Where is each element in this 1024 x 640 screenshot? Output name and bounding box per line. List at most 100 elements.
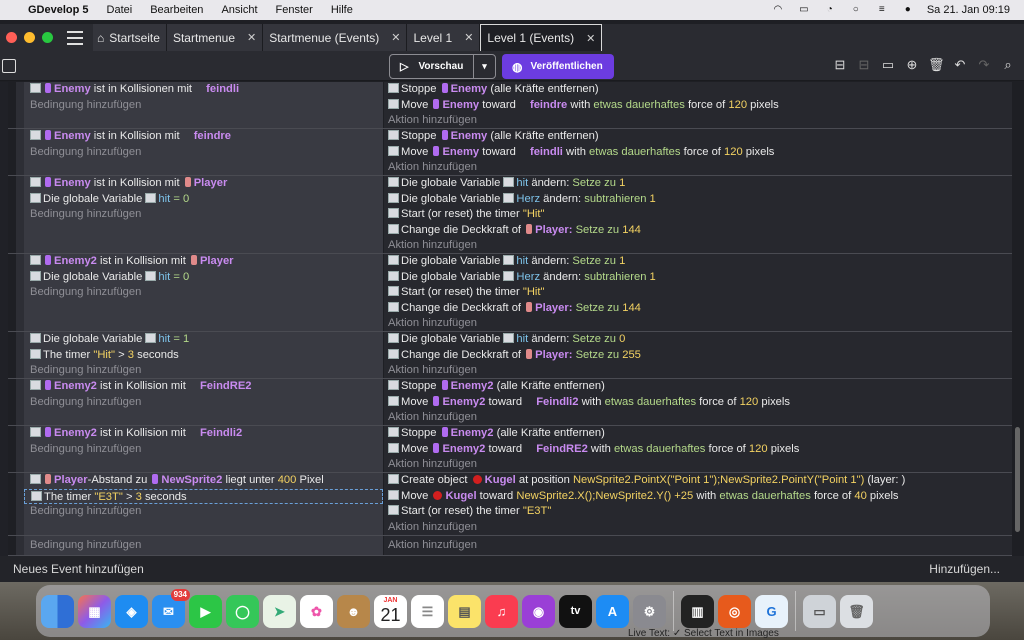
close-tab-icon[interactable]: ✕	[586, 32, 595, 45]
menu-ansicht[interactable]: Ansicht	[221, 4, 257, 16]
add-action-link[interactable]: Aktion hinzufügen	[384, 520, 1012, 536]
condition-line-selected[interactable]: The timer "E3T" > 3 seconds	[24, 488, 383, 505]
add-action-link[interactable]: Aktion hinzufügen	[384, 363, 1012, 379]
add-action-link[interactable]: Aktion hinzufügen	[384, 238, 1012, 254]
event-block[interactable]: Player-Abstand zu NewSprite2 liegt unter…	[8, 473, 1012, 536]
app-store-icon[interactable]: A	[596, 594, 629, 628]
tab-level-1-events[interactable]: Level 1 (Events) ✕	[480, 24, 603, 51]
downloads-icon[interactable]: ▭	[803, 594, 836, 628]
calendar-icon[interactable]: JAN 21	[374, 594, 407, 628]
close-window-button[interactable]	[6, 32, 17, 43]
add-subevent-icon[interactable]: ⊟	[856, 57, 872, 73]
condition-line[interactable]: Enemy ist in Kollision mit Player	[24, 176, 383, 192]
add-condition-link[interactable]: Bedingung hinzufügen	[24, 395, 383, 411]
action-line[interactable]: Change die Deckkraft of Player: Setze zu…	[384, 348, 1012, 364]
action-line[interactable]: Move Kugel toward NewSprite2.X();NewSpri…	[384, 489, 1012, 505]
hamburger-menu-icon[interactable]	[67, 30, 83, 45]
add-more-icon[interactable]: ⊕	[904, 57, 920, 73]
add-more-button[interactable]: Hinzufügen...	[929, 562, 1000, 576]
add-event-icon[interactable]: ⊟	[832, 57, 848, 73]
event-block[interactable]: Enemy ist in Kollision mit Player Die gl…	[8, 176, 1012, 254]
action-line[interactable]: Stoppe Enemy2 (alle Kräfte entfernen)	[384, 379, 1012, 395]
add-condition-link[interactable]: Bedingung hinzufügen	[24, 98, 383, 114]
add-condition-link[interactable]: Bedingung hinzufügen	[24, 207, 383, 223]
action-line[interactable]: Start (or reset) the timer "Hit"	[384, 285, 1012, 301]
menu-hilfe[interactable]: Hilfe	[331, 4, 353, 16]
menu-app-name[interactable]: GDevelop 5	[28, 4, 89, 16]
condition-line[interactable]: Enemy2 ist in Kollision mit FeindRE2	[24, 379, 383, 395]
system-settings-icon[interactable]: ⚙	[633, 594, 666, 628]
undo-icon[interactable]: ↶	[952, 57, 968, 73]
contacts-icon[interactable]: ☻	[337, 594, 370, 628]
redo-icon[interactable]: ↷	[976, 57, 992, 73]
tab-startmenue-events[interactable]: Startmenue (Events) ✕	[263, 24, 408, 51]
condition-line[interactable]: Enemy ist in Kollisionen mit feindli	[24, 82, 383, 98]
add-condition-link[interactable]: Bedingung hinzufügen	[24, 536, 383, 552]
close-tab-icon[interactable]: ✕	[464, 31, 473, 44]
action-line[interactable]: Die globale Variable hit ändern: Setze z…	[384, 176, 1012, 192]
safari-icon[interactable]: ◈	[115, 594, 148, 628]
action-line[interactable]: Die globale Variable hit ändern: Setze z…	[384, 332, 1012, 348]
finder-icon[interactable]	[41, 594, 74, 628]
chevron-down-icon[interactable]: ▾	[473, 55, 495, 78]
notes-icon[interactable]: ▤	[448, 594, 481, 628]
add-condition-link[interactable]: Bedingung hinzufügen	[24, 442, 383, 458]
event-block[interactable]: Die globale Variable hit = 1 The timer "…	[8, 332, 1012, 379]
event-block[interactable]: Enemy2 ist in Kollision mit FeindRE2 Bed…	[8, 379, 1012, 426]
condition-line[interactable]: Player-Abstand zu NewSprite2 liegt unter…	[24, 473, 383, 489]
add-condition-link[interactable]: Bedingung hinzufügen	[24, 285, 383, 301]
zoom-window-button[interactable]	[42, 32, 53, 43]
gdevelop-alt-icon[interactable]: ◎	[718, 594, 751, 628]
tab-startmenue[interactable]: Startmenue ✕	[166, 24, 264, 51]
event-block[interactable]: Enemy2 ist in Kollision mit Feindli2 Bed…	[8, 426, 1012, 473]
action-line[interactable]: Die globale Variable hit ändern: Setze z…	[384, 254, 1012, 270]
condition-line[interactable]: Die globale Variable hit = 0	[24, 192, 383, 208]
event-block[interactable]: Enemy ist in Kollision mit feindre Bedin…	[8, 129, 1012, 176]
condition-line[interactable]: Die globale Variable hit = 0	[24, 270, 383, 286]
action-line[interactable]: Move Enemy toward feindli with etwas dau…	[384, 145, 1012, 161]
siri-icon[interactable]: ●	[901, 4, 915, 16]
event-block[interactable]: Bedingung hinzufügen Aktion hinzufügen	[8, 536, 1012, 556]
headphones-icon[interactable]: ◠	[771, 4, 785, 16]
launchpad-icon[interactable]: ▦	[78, 594, 111, 628]
condition-line[interactable]: Enemy2 ist in Kollision mit Player	[24, 254, 383, 270]
podcasts-icon[interactable]: ◉	[522, 594, 555, 628]
add-action-link[interactable]: Aktion hinzufügen	[384, 457, 1012, 473]
messages-icon[interactable]: ◯	[226, 594, 259, 628]
wifi-icon[interactable]: ◔	[823, 4, 837, 16]
mail-icon[interactable]: ✉ 934	[152, 588, 190, 628]
piano-icon[interactable]: ▥	[681, 594, 714, 628]
search-events-icon[interactable]: ⌕	[1000, 57, 1016, 73]
action-line[interactable]: Die globale Variable Herz ändern: subtra…	[384, 192, 1012, 208]
condition-line[interactable]: Die globale Variable hit = 1	[24, 332, 383, 348]
action-line[interactable]: Start (or reset) the timer "E3T"	[384, 504, 1012, 520]
battery-icon[interactable]: ▭	[797, 4, 811, 16]
action-line[interactable]: Stoppe Enemy (alle Kräfte entfernen)	[384, 82, 1012, 98]
add-condition-link[interactable]: Bedingung hinzufügen	[24, 363, 383, 379]
condition-line[interactable]: Enemy2 ist in Kollision mit Feindli2	[24, 426, 383, 442]
close-tab-icon[interactable]: ✕	[391, 31, 400, 44]
minimize-window-button[interactable]	[24, 32, 35, 43]
action-line[interactable]: Move Enemy2 toward FeindRE2 with etwas d…	[384, 442, 1012, 458]
publish-button[interactable]: ◍ Veröffentlichen	[502, 54, 614, 79]
trash-icon[interactable]: 🗑	[840, 594, 873, 628]
action-line[interactable]: Stoppe Enemy (alle Kräfte entfernen)	[384, 129, 1012, 145]
add-action-link[interactable]: Aktion hinzufügen	[384, 536, 1012, 552]
add-condition-link[interactable]: Bedingung hinzufügen	[24, 145, 383, 161]
maps-icon[interactable]: ➤	[263, 594, 296, 628]
event-block[interactable]: Enemy ist in Kollisionen mit feindli Bed…	[8, 82, 1012, 129]
search-icon[interactable]: ○	[849, 4, 863, 16]
delete-icon[interactable]: 🗑	[928, 57, 945, 73]
add-action-link[interactable]: Aktion hinzufügen	[384, 316, 1012, 332]
facetime-icon[interactable]: ▶	[189, 594, 222, 628]
panel-toggle-icon[interactable]	[2, 59, 16, 73]
gdevelop-icon[interactable]: G	[755, 594, 788, 628]
action-line[interactable]: Die globale Variable Herz ändern: subtra…	[384, 270, 1012, 286]
action-line[interactable]: Stoppe Enemy2 (alle Kräfte entfernen)	[384, 426, 1012, 442]
event-block[interactable]: Enemy2 ist in Kollision mit Player Die g…	[8, 254, 1012, 332]
scrollbar-thumb[interactable]	[1015, 427, 1020, 532]
music-icon[interactable]: ♫	[485, 594, 518, 628]
tab-level-1[interactable]: Level 1 ✕	[407, 24, 481, 51]
condition-line[interactable]: Enemy ist in Kollision mit feindre	[24, 129, 383, 145]
condition-line[interactable]: The timer "Hit" > 3 seconds	[24, 348, 383, 364]
